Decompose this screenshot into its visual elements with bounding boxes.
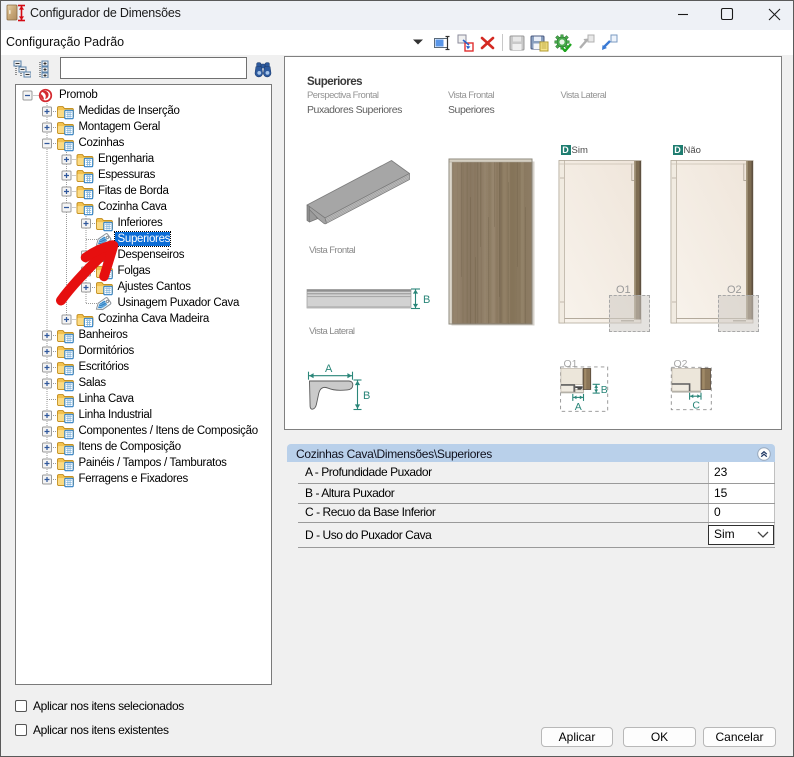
svg-text:B: B xyxy=(423,294,430,306)
svg-text:B: B xyxy=(601,384,608,396)
svg-text:C: C xyxy=(692,400,700,412)
svg-text:A: A xyxy=(575,401,582,413)
svg-text:B: B xyxy=(363,390,370,402)
svg-text:A: A xyxy=(325,363,333,375)
